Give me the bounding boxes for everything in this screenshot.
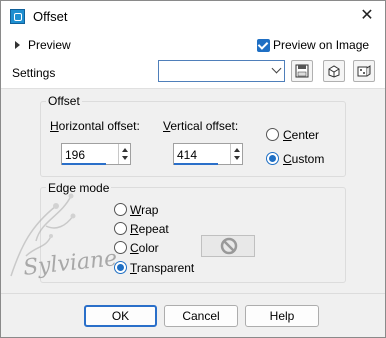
vertical-offset-input[interactable]: 414 [173, 143, 243, 165]
title-bar: Offset ✕ [1, 1, 385, 32]
button-divider [1, 293, 385, 294]
preview-on-image-checkbox[interactable] [257, 39, 270, 52]
focus-underline [174, 163, 218, 165]
help-button[interactable]: Help [245, 305, 319, 327]
color-radio[interactable] [114, 241, 127, 254]
edge-color-swatch[interactable] [201, 235, 255, 257]
ok-button[interactable]: OK [84, 305, 157, 327]
color-radio-label: Color [130, 241, 159, 255]
randomize-button[interactable] [353, 60, 375, 82]
vertical-offset-label: Vertical offset: [163, 119, 239, 133]
preview-settings-area: Preview Preview on Image Settings [1, 32, 385, 89]
custom-radio[interactable] [266, 152, 279, 165]
save-preset-button[interactable] [291, 60, 313, 82]
custom-radio-label: Custom [283, 152, 325, 166]
vertical-offset-stepper[interactable] [230, 144, 242, 164]
spin-down-icon[interactable] [234, 156, 240, 160]
horizontal-offset-value: 196 [65, 148, 86, 162]
preview-on-image-label: Preview on Image [273, 38, 370, 52]
wrap-radio-label: Wrap [130, 203, 159, 217]
focus-underline [62, 163, 106, 165]
no-color-icon [220, 237, 238, 255]
settings-dropdown[interactable] [158, 60, 285, 82]
horizontal-offset-input[interactable]: 196 [61, 143, 131, 165]
cancel-button[interactable]: Cancel [164, 305, 238, 327]
transparent-radio[interactable] [114, 261, 127, 274]
offset-group-title: Offset [46, 94, 82, 108]
save-preset-icon [295, 64, 309, 78]
expand-triangle-icon [15, 41, 20, 49]
preview-label: Preview [28, 38, 71, 52]
spin-up-icon[interactable] [122, 148, 128, 152]
vertical-offset-value: 414 [177, 148, 198, 162]
randomize-icon [357, 65, 371, 77]
horizontal-offset-label: Horizontal offset: [50, 119, 140, 133]
horizontal-offset-stepper[interactable] [118, 144, 130, 164]
center-radio[interactable] [266, 128, 279, 141]
repeat-radio[interactable] [114, 222, 127, 235]
reset-button[interactable] [323, 60, 345, 82]
center-radio-label: Center [283, 128, 320, 142]
repeat-radio-label: Repeat [130, 222, 169, 236]
spin-down-icon[interactable] [122, 156, 128, 160]
chevron-down-icon [271, 63, 282, 74]
settings-label: Settings [12, 66, 56, 80]
window-title: Offset [33, 9, 68, 24]
reset-icon [328, 65, 340, 78]
transparent-radio-label: Transparent [130, 261, 195, 275]
close-icon[interactable]: ✕ [355, 5, 379, 27]
app-icon [10, 9, 25, 24]
offset-dialog: Offset ✕ Preview Preview on Image Settin… [0, 0, 386, 338]
spin-up-icon[interactable] [234, 148, 240, 152]
wrap-radio[interactable] [114, 203, 127, 216]
